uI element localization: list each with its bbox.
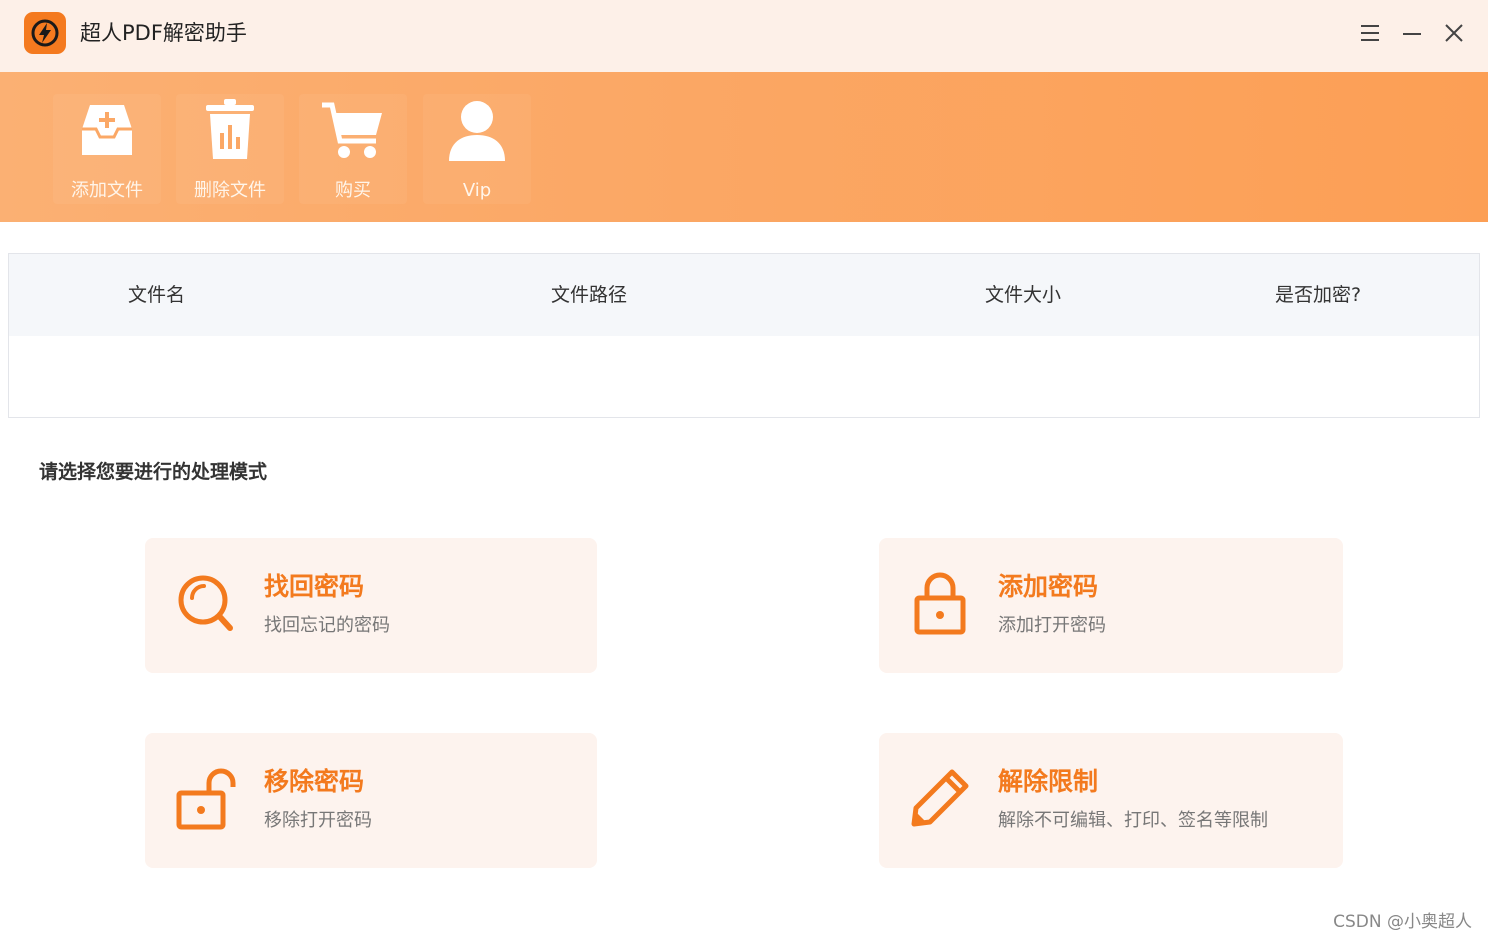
card-description: 解除不可编辑、打印、签名等限制 bbox=[998, 810, 1268, 831]
file-table[interactable]: 文件名 文件路径 文件大小 是否加密? bbox=[8, 253, 1480, 418]
column-header-filepath[interactable]: 文件路径 bbox=[551, 283, 627, 307]
close-icon[interactable] bbox=[1441, 20, 1467, 46]
watermark: CSDN @小奥超人 bbox=[1333, 912, 1472, 932]
card-title: 添加密码 bbox=[998, 572, 1099, 601]
remove-password-card[interactable]: 移除密码 移除打开密码 bbox=[145, 733, 597, 868]
card-title: 找回密码 bbox=[264, 572, 365, 601]
table-header: 文件名 文件路径 文件大小 是否加密? bbox=[9, 254, 1479, 336]
card-title: 移除密码 bbox=[264, 767, 365, 796]
buy-button[interactable]: 购买 bbox=[299, 94, 407, 204]
unlock-icon bbox=[173, 763, 239, 833]
lock-icon bbox=[907, 568, 973, 638]
app-title: 超人PDF解密助手 bbox=[80, 21, 247, 45]
card-description: 移除打开密码 bbox=[264, 810, 372, 831]
column-header-encrypted[interactable]: 是否加密? bbox=[1275, 283, 1361, 307]
pencil-icon bbox=[907, 763, 973, 833]
delete-file-button[interactable]: 删除文件 bbox=[176, 94, 284, 204]
user-icon bbox=[447, 96, 507, 164]
delete-file-label: 删除文件 bbox=[194, 180, 266, 201]
card-description: 找回忘记的密码 bbox=[264, 615, 390, 636]
lightning-icon bbox=[24, 12, 66, 54]
vip-button[interactable]: Vip bbox=[423, 94, 531, 204]
recover-password-card[interactable]: 找回密码 找回忘记的密码 bbox=[145, 538, 597, 673]
buy-label: 购买 bbox=[335, 180, 371, 201]
minimize-icon[interactable] bbox=[1399, 20, 1425, 46]
title-bar: 超人PDF解密助手 bbox=[0, 0, 1488, 72]
card-description: 添加打开密码 bbox=[998, 615, 1106, 636]
add-password-card[interactable]: 添加密码 添加打开密码 bbox=[879, 538, 1343, 673]
column-header-filesize[interactable]: 文件大小 bbox=[985, 283, 1061, 307]
cart-icon bbox=[320, 96, 386, 164]
column-header-filename[interactable]: 文件名 bbox=[128, 283, 185, 307]
add-file-icon bbox=[76, 96, 138, 164]
trash-icon bbox=[202, 96, 258, 164]
card-title: 解除限制 bbox=[998, 767, 1099, 796]
mode-section-title: 请选择您要进行的处理模式 bbox=[39, 461, 268, 483]
add-file-label: 添加文件 bbox=[71, 180, 143, 201]
add-file-button[interactable]: 添加文件 bbox=[53, 94, 161, 204]
search-icon bbox=[173, 568, 239, 638]
vip-label: Vip bbox=[462, 180, 492, 201]
menu-icon[interactable] bbox=[1357, 20, 1383, 46]
toolbar: 添加文件 删除文件 购买 Vip bbox=[0, 72, 1488, 222]
remove-restrictions-card[interactable]: 解除限制 解除不可编辑、打印、签名等限制 bbox=[879, 733, 1343, 868]
